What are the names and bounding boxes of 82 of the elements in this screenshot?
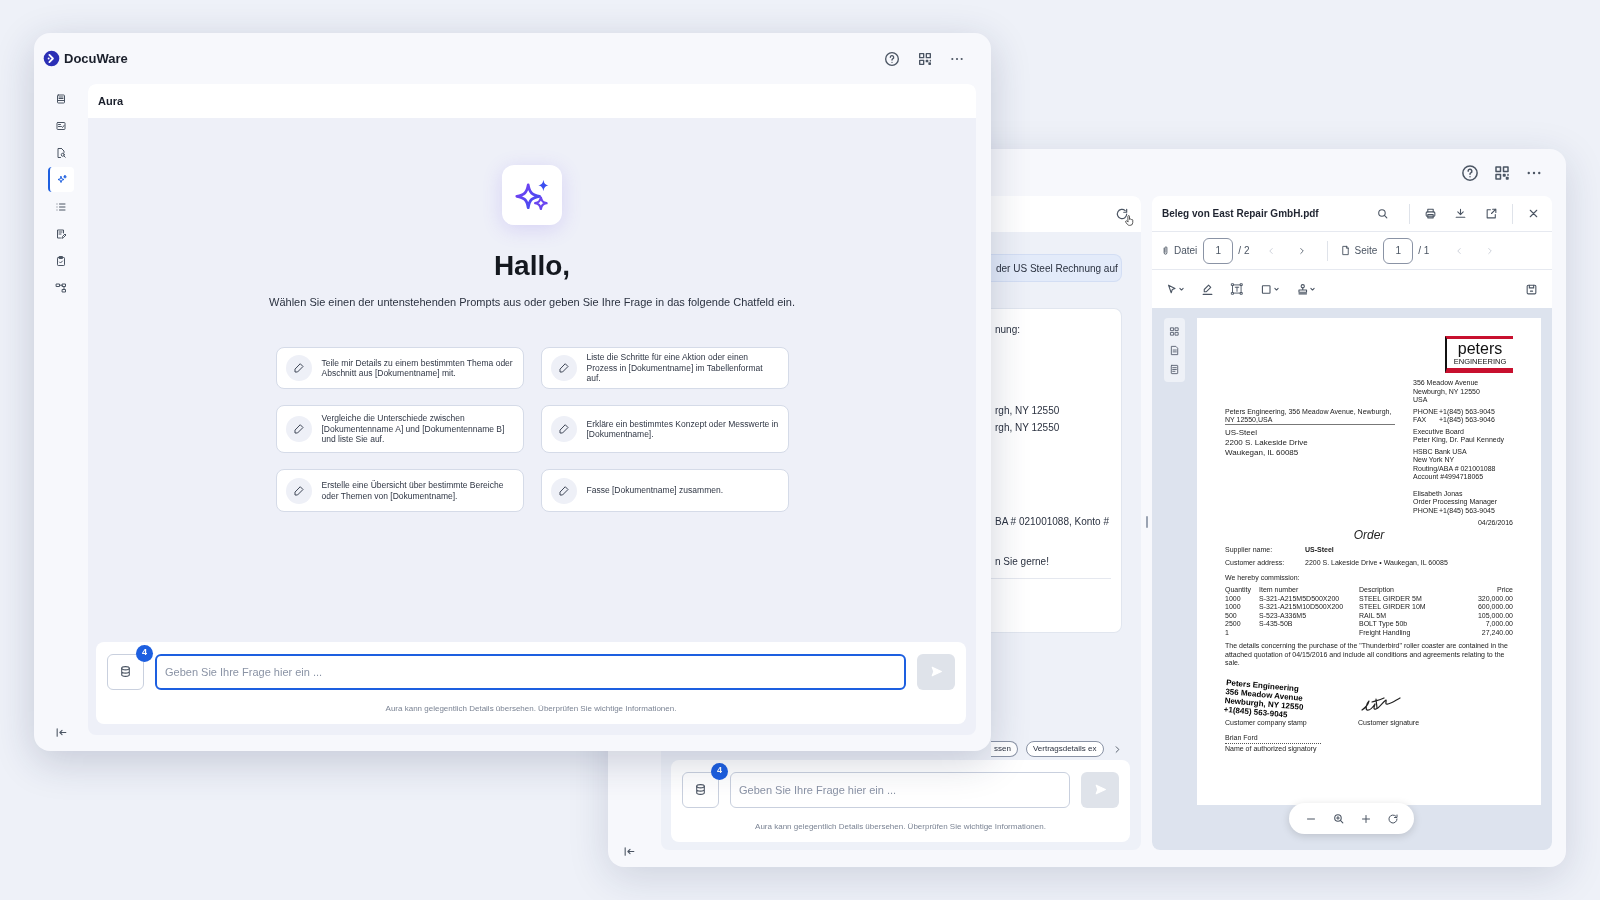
prompt-card[interactable]: Liste die Schritte für eine Aktion oder einen Prozess in [Dokumentname] im Tabellenformat auf.: [540, 347, 789, 389]
chat-input-field[interactable]: Geben Sie Ihre Frage hier ein ...: [155, 653, 906, 690]
sidebar-item[interactable]: [48, 167, 74, 192]
page-label: Seite: [1354, 244, 1378, 258]
print-icon[interactable]: [1424, 207, 1437, 220]
data-source-button[interactable]: [107, 653, 144, 690]
app-logo-icon: [43, 50, 60, 67]
answer-text: rgh, NY 12550: [994, 421, 1060, 434]
pencil-icon: [292, 484, 305, 497]
tray-icon: [55, 92, 67, 105]
page-total: / 1: [1418, 244, 1430, 258]
database-icon: [694, 783, 707, 796]
qr-code-icon[interactable]: [1493, 163, 1511, 182]
user-message-bubble: der US Steel Rechnung auf: [991, 254, 1122, 282]
share-icon[interactable]: [1485, 207, 1498, 220]
prompt-card[interactable]: Fasse [Dokumentname] zusammen.: [540, 469, 789, 512]
prompt-card[interactable]: Erstelle eine Übersicht über bestimmte Bereiche oder Themen von [Dokumentname].: [275, 469, 524, 512]
answer-text: BA # 021001088, Konto #: [994, 515, 1109, 528]
answer-text: n Sie gerne!: [994, 555, 1049, 568]
workflow-icon: [55, 281, 67, 294]
document-heading: Order: [1353, 527, 1385, 542]
sparkle-icon: [56, 173, 68, 186]
plus-icon[interactable]: [1359, 812, 1372, 825]
prompt-card[interactable]: Vergleiche die Unterschiede zwischen [Dokumentenname A] und [Dokumentenname B] und liste Sie auf.: [275, 405, 524, 453]
answer-text: nung:: [994, 323, 1021, 336]
pencil-icon: [557, 484, 570, 497]
paperclip-icon: [1160, 245, 1171, 256]
outline-icon[interactable]: [1169, 363, 1180, 375]
panel-title: Aura: [98, 93, 124, 109]
pencil-icon: [557, 362, 570, 374]
page-icon[interactable]: [1169, 344, 1180, 356]
answer-text: rgh, NY 12550: [994, 404, 1060, 417]
document-edit-icon: [55, 227, 67, 240]
download-icon[interactable]: [1454, 207, 1467, 220]
app-name: DocuWare: [64, 49, 128, 68]
pencil-icon: [292, 423, 305, 435]
database-icon: [119, 665, 132, 678]
grid-icon[interactable]: [1169, 325, 1180, 337]
shape-tool-icon[interactable]: [1260, 282, 1280, 296]
search-icon[interactable]: [1376, 207, 1389, 220]
file-search-icon: [55, 146, 67, 159]
intro-text: Wählen Sie einen der untenstehenden Prompts aus oder geben Sie Ihre Frage in das folgende Chatfeld ein.: [269, 295, 795, 309]
qr-code-icon[interactable]: [917, 50, 933, 67]
page-number-field[interactable]: 1: [1383, 237, 1414, 264]
prompt-card[interactable]: Teile mir Details zu einem bestimmten Thema oder Abschnitt aus [Dokumentname] mit.: [275, 347, 524, 389]
close-icon[interactable]: [1527, 207, 1540, 220]
pencil-icon: [557, 423, 570, 435]
hand-cursor-icon: [1123, 214, 1136, 227]
page-icon: [1340, 245, 1352, 256]
count-badge: 4: [136, 644, 153, 662]
collapse-icon[interactable]: [54, 726, 68, 739]
help-icon[interactable]: [884, 50, 900, 67]
count-badge: 4: [711, 762, 728, 780]
highlighter-icon[interactable]: [1201, 282, 1214, 296]
clipboard-check-icon: [55, 254, 67, 267]
file-label: Datei: [1174, 244, 1198, 258]
recipient-text: US-Steel: [1225, 428, 1257, 438]
pointer-tool-icon[interactable]: [1165, 282, 1185, 296]
disclaimer-text: Aura kann gelegentlich Details übersehen. Überprüfen Sie wichtige Informationen.: [384, 704, 678, 714]
document-title: Beleg von East Repair GmbH.pdf: [1162, 207, 1319, 221]
prompt-card[interactable]: Erkläre ein bestimmtes Konzept oder Messwerte in [Dokumentname].: [540, 405, 789, 453]
data-source-button[interactable]: [682, 771, 719, 808]
greeting-heading: Hallo,: [493, 249, 571, 283]
checklist-icon: [55, 119, 67, 132]
suggestion-chip[interactable]: Vertragsdetails ex: [1025, 741, 1104, 757]
suggestion-chip[interactable]: ssen: [991, 741, 1018, 757]
file-number-field[interactable]: 1: [1203, 237, 1234, 264]
refresh-icon[interactable]: [1115, 207, 1129, 221]
save-icon[interactable]: [1525, 282, 1538, 296]
recipient-text: Waukegan, IL 60085: [1225, 448, 1299, 458]
send-icon: [929, 665, 943, 678]
recipient-text: 2200 S. Lakeside Drive: [1225, 438, 1308, 448]
file-total: / 2: [1238, 244, 1250, 258]
zoom-in-icon[interactable]: [1331, 812, 1345, 825]
send-icon: [1093, 783, 1107, 796]
text-box-icon[interactable]: [1230, 282, 1244, 296]
collapse-icon[interactable]: [622, 845, 636, 858]
help-icon[interactable]: [1461, 163, 1479, 182]
disclaimer-text: Aura kann gelegentlich Details übersehen. Überprüfen Sie wichtige Informationen.: [754, 822, 1047, 832]
pencil-icon: [292, 362, 305, 374]
stamp-tool-icon[interactable]: [1296, 282, 1316, 296]
rotate-icon[interactable]: [1386, 812, 1399, 825]
